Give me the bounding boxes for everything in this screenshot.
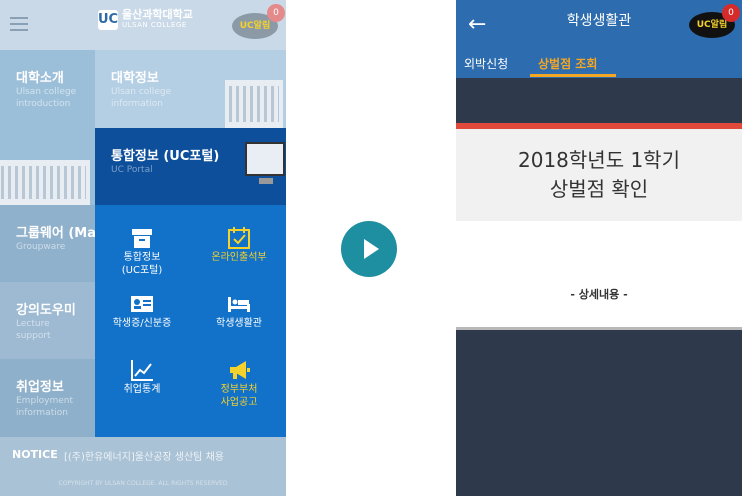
logo-mark: UC: [98, 10, 118, 30]
divider: [456, 327, 742, 330]
tile-college-intro[interactable]: 대학소개 Ulsan college introduction: [0, 50, 95, 205]
menu-item-online-attendance[interactable]: 온라인출석부: [192, 225, 286, 264]
tile-subtitle: Ulsan college information: [111, 87, 172, 109]
tab-merit-demerit[interactable]: 상벌점 조회: [538, 55, 597, 72]
active-tab-indicator: [530, 74, 616, 77]
hamburger-menu-icon[interactable]: [10, 17, 28, 31]
tile-title: 취업정보: [16, 380, 64, 395]
tile-uc-portal[interactable]: 통합정보 (UC포털) UC Portal: [95, 128, 286, 205]
megaphone-icon: [230, 361, 250, 379]
copyright-footer: COPYRIGHT BY ULSAN COLLEGE. ALL RIGHTS R…: [0, 471, 286, 496]
archive-box-icon: [132, 229, 152, 248]
alert-count-badge: 0: [267, 4, 285, 22]
notice-label: NOTICE: [12, 448, 58, 461]
heading-line-2: 상벌점 확인: [549, 177, 649, 201]
campus-photo: [0, 160, 90, 205]
heading-line-1: 2018학년도 1학기: [518, 148, 680, 172]
tile-subtitle: Lecture support: [16, 319, 51, 341]
alert-count-badge: 0: [722, 4, 740, 22]
tile-groupware[interactable]: 그룹웨어 (Ma Groupware: [0, 205, 95, 282]
tile-employment-info[interactable]: 취업정보 Employment information: [0, 359, 95, 437]
tab-overnight-request[interactable]: 외박신청: [464, 55, 508, 72]
menu-item-label-2: 사업공고: [220, 397, 258, 408]
right-phone-screen: ← 학생생활관 UC알림 0 외박신청 상벌점 조회 2018학년도 1학기 상…: [456, 0, 742, 496]
menu-item-label: 통합정보: [123, 252, 161, 263]
tile-college-info[interactable]: 대학정보 Ulsan college information: [95, 50, 286, 128]
notice-text[interactable]: [(주)한유에너지]울산공장 생산팀 채용: [64, 448, 224, 463]
menu-item-label: 온라인출석부: [211, 252, 267, 263]
tile-subtitle: Groupware: [16, 242, 66, 252]
menu-item-label: 학생증/신분증: [112, 318, 172, 329]
menu-item-label: 학생생활관: [216, 318, 262, 329]
app-header: UC 울산과학대학교 ULSAN COLLEGE UC알림 0: [0, 0, 286, 50]
menu-item-employment-stats[interactable]: 취업통계: [95, 357, 189, 396]
college-logo: UC 울산과학대학교 ULSAN COLLEGE: [98, 8, 193, 30]
menu-item-label: 정부부처: [220, 384, 258, 395]
bed-icon: [228, 297, 250, 312]
tile-title: 대학정보: [111, 71, 159, 86]
computer-monitor-icon: [245, 142, 285, 184]
menu-item-government-notice[interactable]: 정부부처 사업공고: [192, 357, 286, 409]
portal-title: 통합정보 (UC포털): [111, 149, 220, 164]
tile-subtitle: Ulsan college introduction: [16, 87, 77, 109]
tile-title: 그룹웨어 (Ma: [16, 226, 95, 241]
logo-english: ULSAN COLLEGE: [122, 21, 187, 29]
tile-title: 강의도우미: [16, 303, 76, 318]
notice-bar[interactable]: NOTICE [(주)한유에너지]울산공장 생산팀 채용: [0, 437, 286, 471]
trend-chart-icon: [131, 360, 153, 381]
tile-lecture-support[interactable]: 강의도우미 Lecture support: [0, 282, 95, 359]
detail-panel: - 상세내용 -: [456, 221, 742, 327]
campus-photo: [225, 80, 283, 128]
play-arrow-button[interactable]: [341, 221, 397, 277]
menu-item-label-2: (UC포털): [121, 265, 163, 276]
menu-item-student-id[interactable]: 학생증/신분증: [95, 291, 189, 330]
detail-label: - 상세내용 -: [570, 288, 628, 301]
menu-item-uc-portal[interactable]: 통합정보 (UC포털): [95, 225, 189, 277]
portal-quick-menu: 통합정보 (UC포털) 온라인출석부 학생증/신분증 학생생활관 취업통계 정부…: [95, 205, 286, 437]
left-phone-screen: UC 울산과학대학교 ULSAN COLLEGE UC알림 0 대학소개 Uls…: [0, 0, 286, 496]
app-header: ← 학생생활관 UC알림 0 외박신청 상벌점 조회: [456, 0, 742, 78]
tile-title: 대학소개: [16, 71, 64, 86]
menu-item-label: 취업통계: [123, 384, 161, 395]
portal-subtitle: UC Portal: [111, 165, 153, 175]
semester-heading: 2018학년도 1학기 상벌점 확인: [456, 129, 742, 221]
logo-name: 울산과학대학교: [122, 8, 193, 21]
play-icon: [364, 239, 379, 259]
calendar-check-icon: [228, 227, 250, 249]
menu-item-dormitory[interactable]: 학생생활관: [192, 291, 286, 330]
id-card-icon: [131, 296, 153, 312]
tile-subtitle: Employment information: [16, 396, 74, 418]
